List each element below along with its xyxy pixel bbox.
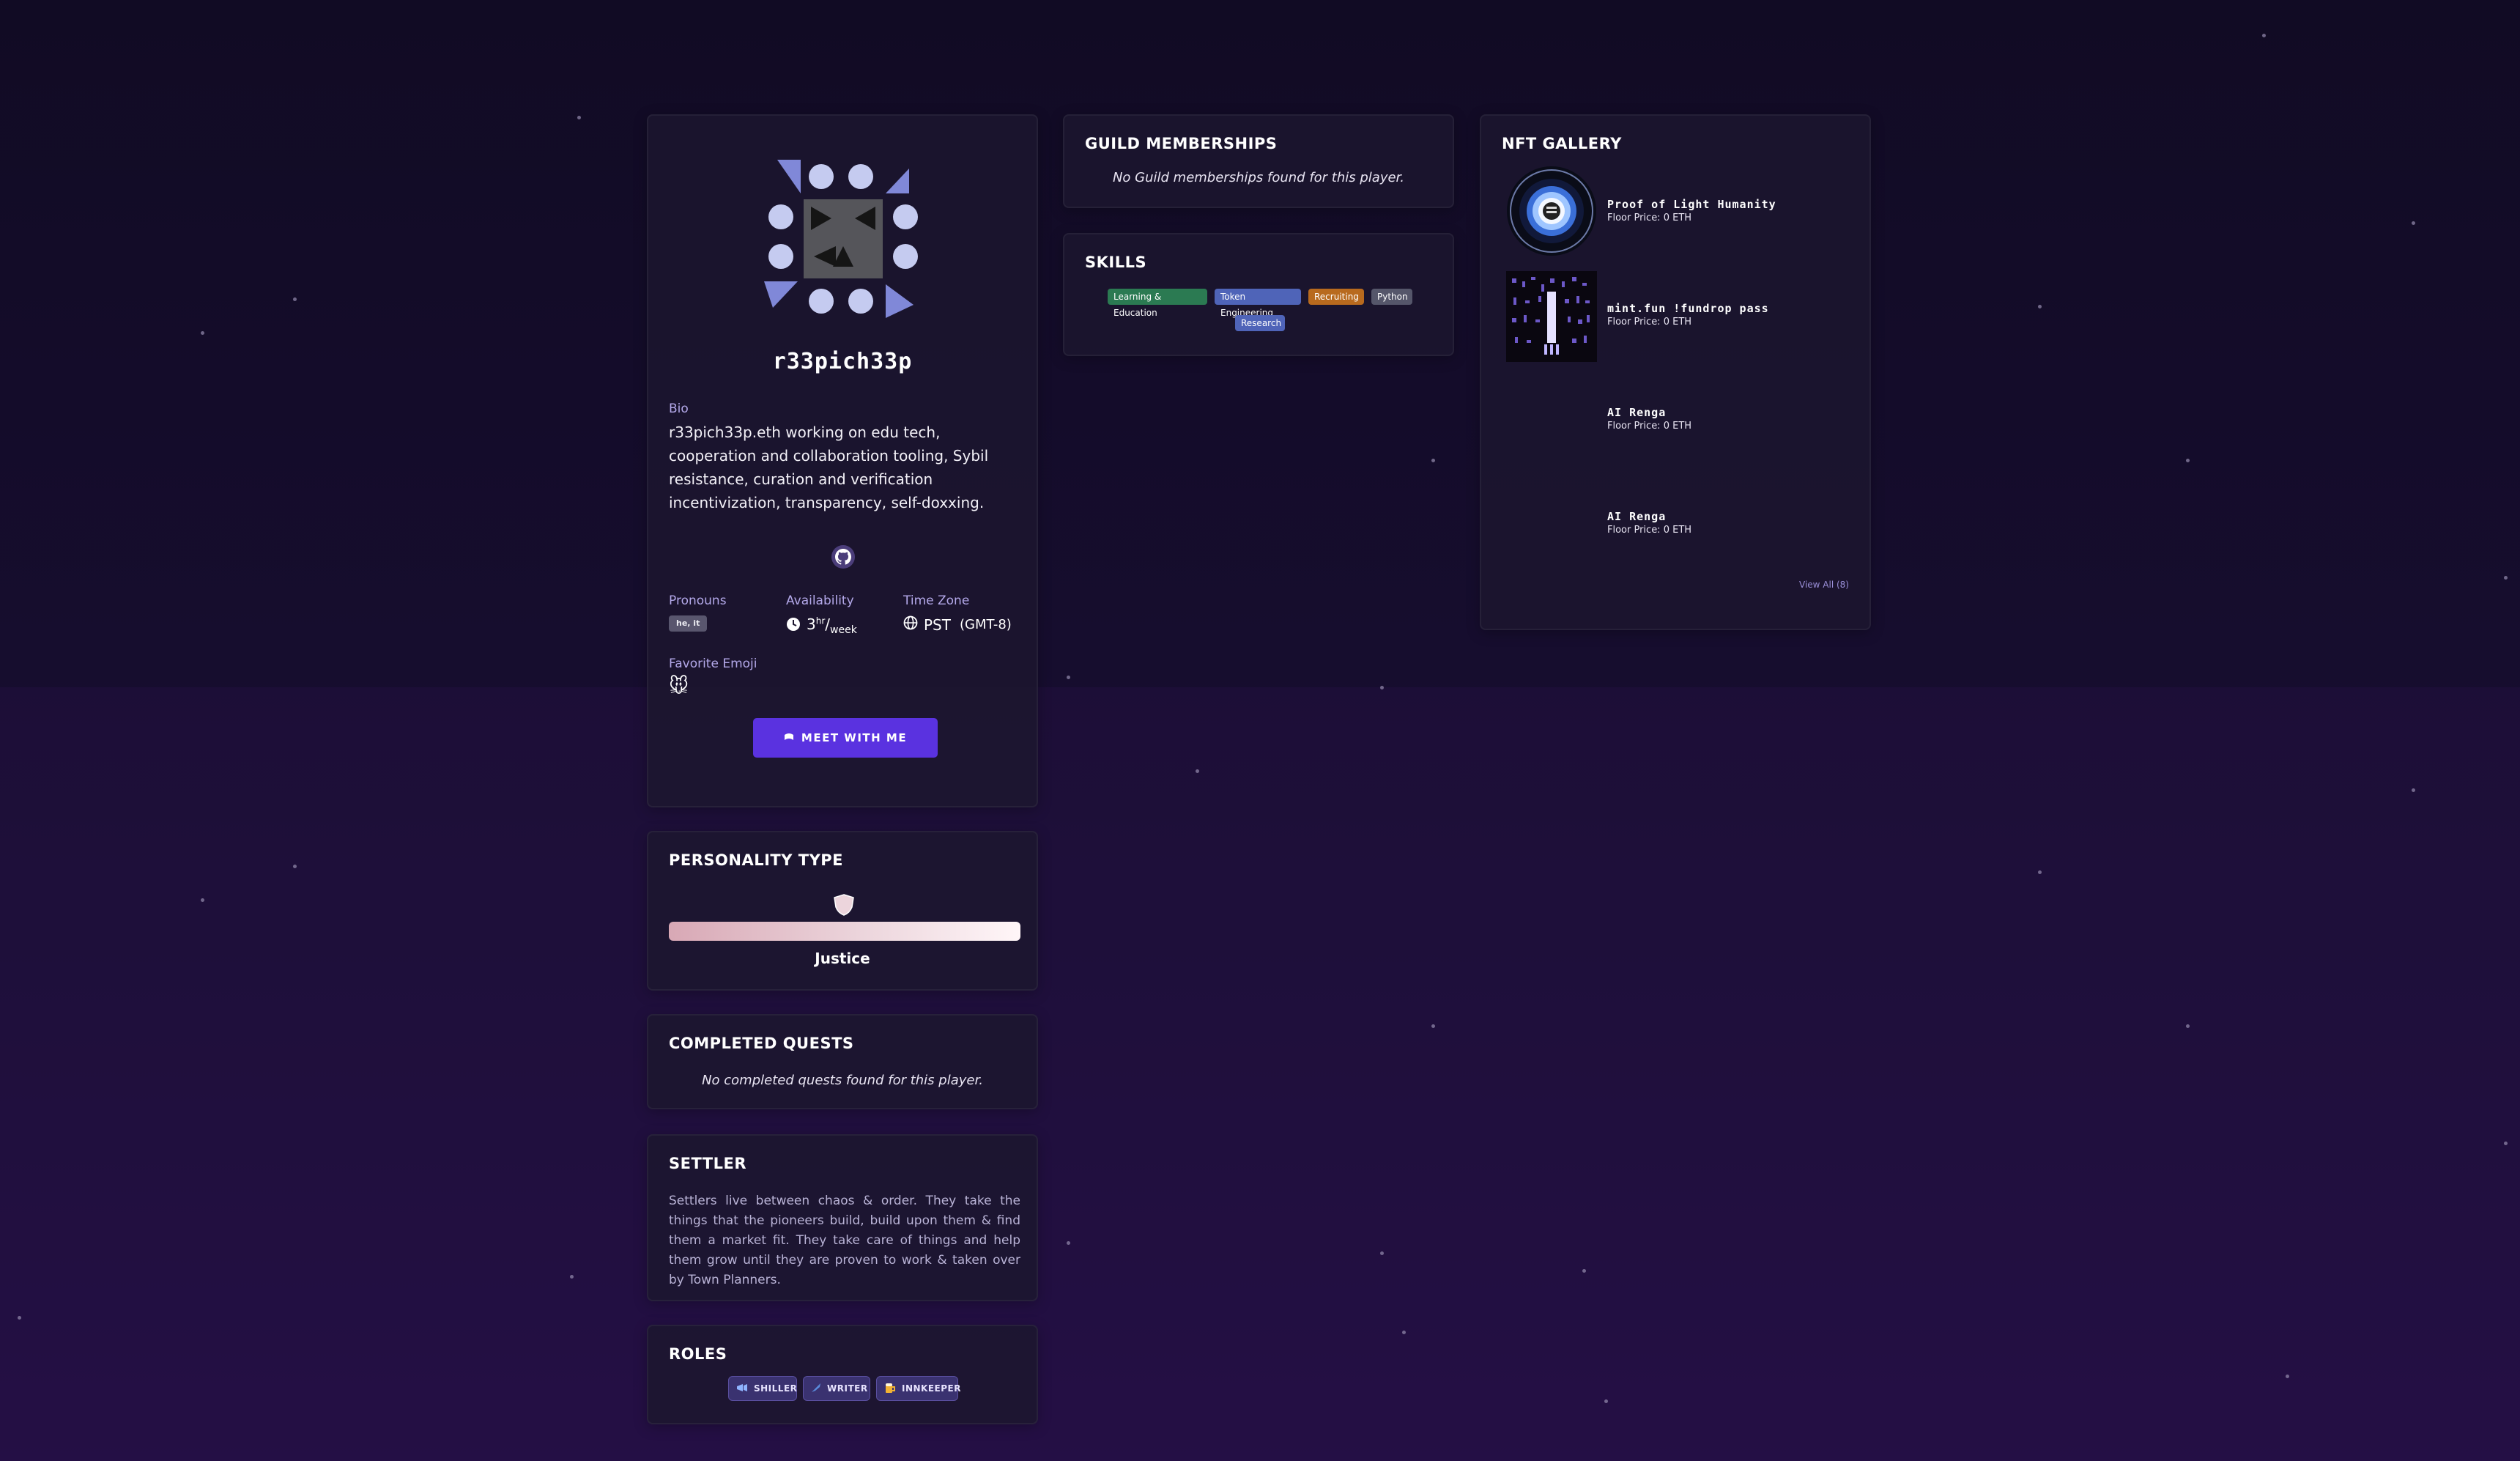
nft-thumbnail-mint-fun[interactable]: [1506, 271, 1597, 362]
nft-floor-price: Floor Price: 0 ETH: [1607, 421, 1692, 432]
star-decoration: [2038, 870, 2042, 874]
star-decoration: [2186, 1024, 2190, 1028]
star-decoration: [570, 1275, 574, 1279]
settler-description: Settlers live between chaos & order. The…: [669, 1194, 1020, 1287]
star-decoration: [1380, 686, 1384, 689]
timezone-value: PST (GMT-8): [903, 615, 1012, 634]
pronouns-badge: he, it: [669, 615, 708, 632]
skill-tag-research[interactable]: Research: [1235, 315, 1285, 331]
github-icon[interactable]: [831, 545, 855, 569]
meet-with-me-button[interactable]: MEET WITH ME: [753, 718, 938, 758]
avatar: [763, 158, 924, 319]
settler-card: SETTLER Settlers live between chaos & or…: [647, 1134, 1038, 1301]
availability-value: 3hr/week: [786, 615, 857, 636]
guild-memberships-title: GUILD MEMBERSHIPS: [1085, 135, 1278, 152]
completed-quests-empty: No completed quests found for this playe…: [702, 1073, 983, 1088]
role-writer[interactable]: WRITER: [803, 1376, 870, 1401]
bio-text: r33pich33p.eth working on edu tech, coop…: [669, 423, 989, 511]
availability-unit-top: hr: [815, 615, 826, 626]
clock-icon: [786, 617, 801, 635]
role-label: INNKEEPER: [902, 1383, 961, 1394]
nft-gallery-title: NFT GALLERY: [1502, 135, 1622, 152]
star-decoration: [201, 331, 204, 335]
nft-floor-price: Floor Price: 0 ETH: [1607, 212, 1692, 223]
completed-quests-card: COMPLETED QUESTS No completed quests fou…: [647, 1014, 1038, 1109]
star-decoration: [2412, 788, 2415, 792]
star-decoration: [1604, 1399, 1608, 1403]
role-innkeeper[interactable]: INNKEEPER: [876, 1376, 961, 1401]
availability-label: Availability: [786, 593, 854, 608]
star-decoration: [2286, 1375, 2289, 1378]
star-decoration: [2504, 576, 2508, 580]
availability-hours: 3: [807, 615, 816, 633]
star-decoration: [1431, 1024, 1435, 1028]
star-decoration: [293, 865, 297, 868]
star-decoration: [1402, 1331, 1406, 1334]
beer-icon: [884, 1382, 896, 1396]
star-decoration: [2504, 1142, 2508, 1145]
role-label: SHILLER: [754, 1383, 798, 1394]
star-decoration: [577, 116, 581, 119]
role-label: WRITER: [827, 1383, 868, 1394]
view-all-nfts-link[interactable]: View All (8): [1799, 580, 1849, 590]
star-decoration: [18, 1316, 21, 1320]
profile-card: r33pich33p Bio r33pich33p.eth working on…: [647, 114, 1038, 807]
availability-unit-bottom: week: [830, 624, 857, 636]
favorite-emoji: 🐭: [669, 676, 689, 698]
star-decoration: [2262, 34, 2266, 37]
nft-title: mint.fun !fundrop pass: [1607, 302, 1769, 315]
nft-thumbnail-proof-of-light[interactable]: [1506, 166, 1597, 256]
nft-title: AI Renga: [1607, 510, 1667, 523]
personality-name: Justice: [815, 950, 870, 967]
timezone-label: Time Zone: [903, 593, 970, 608]
star-decoration: [2186, 459, 2190, 462]
personality-gradient-bar: [669, 922, 1020, 941]
guild-memberships-empty: No Guild memberships found for this play…: [1112, 170, 1405, 185]
star-decoration: [1431, 459, 1435, 462]
personality-type-title: PERSONALITY TYPE: [669, 851, 844, 869]
calendar-icon: [784, 731, 794, 744]
background-band: [0, 687, 2520, 1461]
roles-card: ROLES: [647, 1325, 1038, 1424]
favorite-emoji-label: Favorite Emoji: [669, 656, 757, 671]
meet-with-me-label: MEET WITH ME: [801, 731, 908, 744]
timezone-offset: (GMT-8): [959, 617, 1012, 632]
megaphone-icon: [736, 1383, 748, 1394]
skill-tag-recruiting[interactable]: Recruiting: [1308, 289, 1364, 305]
pronouns-label: Pronouns: [669, 593, 727, 608]
star-decoration: [2412, 221, 2415, 225]
personality-type-card: PERSONALITY TYPE Justice: [647, 831, 1038, 991]
star-decoration: [1380, 1251, 1384, 1255]
settler-title: SETTLER: [669, 1155, 746, 1172]
nft-floor-price: Floor Price: 0 ETH: [1607, 317, 1692, 328]
skill-tag-python[interactable]: Python: [1371, 289, 1412, 305]
username: r33pich33p: [772, 349, 913, 374]
timezone-abbr: PST: [924, 615, 951, 634]
star-decoration: [1582, 1269, 1586, 1273]
skill-tag-token-engineering[interactable]: Token Engineering: [1215, 289, 1301, 318]
skill-tag-learning-education[interactable]: Learning & Education: [1108, 289, 1207, 318]
roles-title: ROLES: [669, 1345, 727, 1363]
role-shiller[interactable]: SHILLER: [728, 1376, 797, 1401]
quill-icon: [811, 1383, 821, 1395]
nft-title: Proof of Light Humanity: [1607, 198, 1776, 211]
bio-label: Bio: [669, 402, 689, 416]
completed-quests-title: COMPLETED QUESTS: [669, 1035, 854, 1052]
nft-floor-price: Floor Price: 0 ETH: [1607, 525, 1692, 536]
star-decoration: [293, 297, 297, 301]
star-decoration: [2038, 305, 2042, 308]
nft-title: AI Renga: [1607, 406, 1667, 419]
star-decoration: [1067, 1241, 1070, 1245]
globe-icon: [903, 615, 918, 634]
star-decoration: [201, 898, 204, 902]
justice-shield-icon: [834, 894, 854, 919]
guild-memberships-card: GUILD MEMBERSHIPS No Guild memberships f…: [1063, 114, 1454, 208]
skills-title: SKILLS: [1085, 254, 1147, 271]
star-decoration: [1067, 676, 1070, 679]
star-decoration: [1196, 769, 1199, 773]
